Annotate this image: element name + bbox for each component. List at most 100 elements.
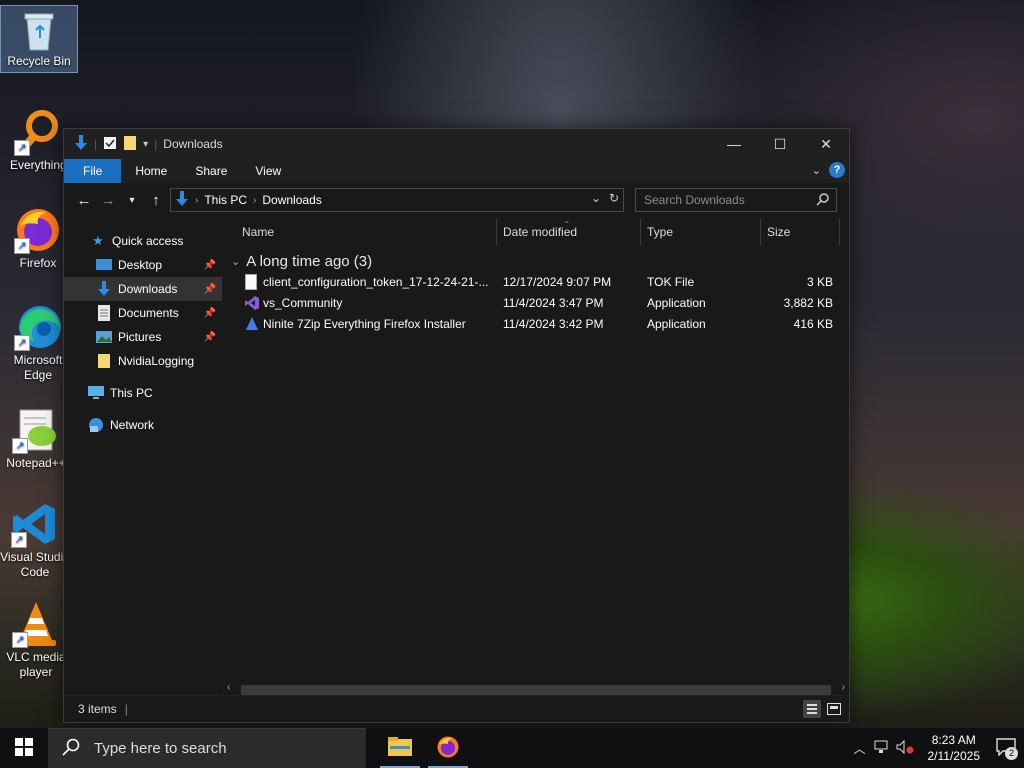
nav-label: This PC [110,386,153,400]
title-bar[interactable]: | ▾ | Downloads — ☐ ✕ [64,129,849,159]
nav-label: Quick access [112,234,184,248]
desktop-icon-vlc[interactable]: ↗ VLC media player [0,600,72,680]
network-status-icon[interactable] [874,740,890,757]
breadcrumb-this-pc[interactable]: This PC [204,193,247,207]
forward-button[interactable]: → [96,192,120,209]
tab-file[interactable]: File [64,159,122,183]
desktop-icon-label: VLC media player [6,650,66,679]
nav-desktop[interactable]: Desktop 📌 [64,253,222,277]
search-box[interactable] [635,188,837,212]
shortcut-arrow-icon: ↗ [12,632,28,648]
address-bar[interactable]: › This PC › Downloads ⌄ ↻ [170,188,624,212]
desktop-icon-label: Notepad++ [6,456,66,470]
group-header[interactable]: ⌄ A long time ago (3) [231,253,372,270]
taskbar-file-explorer[interactable] [376,728,424,768]
file-row[interactable]: vs_Community 11/4/2024 3:47 PM Applicati… [223,293,849,314]
nav-this-pc[interactable]: This PC [64,381,222,405]
start-button[interactable] [0,728,48,768]
chevron-down-icon: ⌄ [231,256,241,268]
quick-access-toolbar: | ▾ | [64,134,157,154]
minimize-button[interactable]: — [711,129,757,159]
nav-label: Network [110,418,155,432]
file-explorer-window[interactable]: | ▾ | Downloads — ☐ ✕ File Home Share Vi… [63,128,850,723]
column-date-modified[interactable]: Date modified [503,225,577,239]
file-name: vs_Community [263,296,343,310]
scroll-right-icon[interactable]: › [842,682,845,693]
generic-file-icon [245,274,257,293]
window-title: Downloads [163,137,223,151]
file-date: 11/4/2024 3:47 PM [503,296,604,310]
download-arrow-icon [96,281,112,297]
search-icon [816,192,830,209]
nav-network[interactable]: Network [64,413,222,437]
nav-downloads[interactable]: Downloads 📌 [64,277,222,301]
new-folder-icon[interactable] [123,135,137,154]
nav-pictures[interactable]: Pictures 📌 [64,325,222,349]
tab-home[interactable]: Home [121,159,181,183]
details-view-icon[interactable] [803,700,821,718]
up-button[interactable]: ↑ [144,192,168,209]
maximize-button[interactable]: ☐ [757,129,803,159]
recent-locations-button[interactable]: ▾ [120,195,144,206]
breadcrumb-downloads[interactable]: Downloads [262,193,321,207]
file-list: Name Date modified ⌄ Type Size ⌄ A long … [222,215,849,696]
scroll-left-icon[interactable]: ‹ [227,682,230,693]
breadcrumb-separator-icon: › [253,194,257,206]
notepadpp-icon: ↗ [12,406,60,454]
back-button[interactable]: ← [72,192,96,209]
recycle-bin-icon [19,8,59,52]
network-icon [88,417,104,433]
close-button[interactable]: ✕ [803,129,849,159]
show-hidden-icons-icon[interactable]: ︿ [853,740,865,757]
file-row[interactable]: Ninite 7Zip Everything Firefox Installer… [223,314,849,335]
column-type[interactable]: Type [647,225,673,239]
edge-icon: ↗ [14,303,62,351]
desktop-icon-vscode[interactable]: ↗ Visual Studio Code [0,500,70,580]
column-name[interactable]: Name [242,225,274,239]
nav-label: Downloads [118,282,178,296]
tab-view[interactable]: View [241,159,295,183]
shortcut-arrow-icon: ↗ [14,335,30,351]
expand-ribbon-icon[interactable]: ⌄ [812,164,821,177]
status-bar: 3 items | [64,695,849,722]
nav-nvidialogging[interactable]: NvidiaLogging [64,349,222,373]
shortcut-arrow-icon: ↗ [12,438,28,454]
taskbar-search-input[interactable] [92,739,356,758]
file-size: 3,882 KB [783,296,833,310]
taskbar-search-box[interactable] [48,728,366,768]
clock[interactable]: 8:23 AM 2/11/2025 [920,732,989,764]
large-icons-view-icon[interactable] [825,700,843,718]
horizontal-scrollbar[interactable]: ‹ › [223,682,849,696]
scrollbar-thumb[interactable] [241,685,831,695]
shortcut-arrow-icon: ↗ [11,532,27,548]
nav-documents[interactable]: Documents 📌 [64,301,222,325]
computer-icon [88,385,104,401]
download-arrow-icon [175,190,189,210]
help-icon[interactable]: ? [829,162,845,178]
desktop-icon-notepadpp[interactable]: ↗ Notepad++ [0,406,72,471]
refresh-icon[interactable]: ↻ [609,191,619,205]
desktop-folder-icon [96,257,112,273]
file-row[interactable]: client_configuration_token_17-12-24-21-.… [223,272,849,293]
group-label: A long time ago (3) [246,253,373,270]
volume-muted-icon[interactable] [896,739,914,757]
customize-toolbar-icon[interactable]: ▾ [143,139,148,150]
file-size: 416 KB [793,317,833,331]
column-size[interactable]: Size [767,225,790,239]
ribbon-tabs: File Home Share View ⌄ ? [64,159,849,183]
search-input[interactable] [642,192,816,208]
taskbar-firefox[interactable] [424,728,472,768]
nav-quick-access[interactable]: ★ Quick access [64,229,222,253]
file-explorer-icon [388,736,412,760]
pin-icon: 📌 [203,283,216,295]
desktop-icon-recycle-bin[interactable]: Recycle Bin [0,5,78,73]
action-center-button[interactable]: 2 [988,728,1024,768]
search-icon [62,738,80,759]
windows-logo-icon [15,737,33,759]
file-date: 11/4/2024 3:42 PM [503,317,604,331]
tab-share[interactable]: Share [181,159,241,183]
address-dropdown-icon[interactable]: ⌄ [591,191,601,205]
properties-icon[interactable] [103,136,117,153]
clock-time: 8:23 AM [931,733,976,747]
firefox-icon [436,735,460,762]
